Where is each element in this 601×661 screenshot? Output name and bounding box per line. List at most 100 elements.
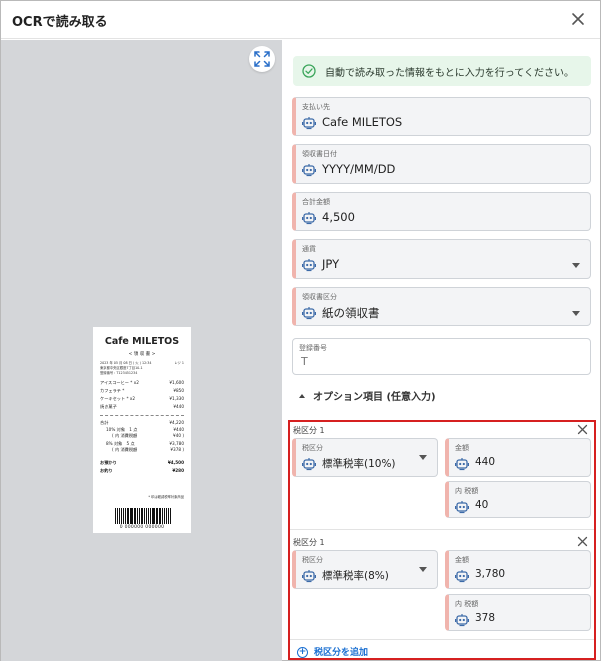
barcode-bar xyxy=(162,508,164,524)
receipt-heading: < 領 収 書 > xyxy=(128,352,156,357)
receipt-total-row: 合計 ¥4,220 xyxy=(100,420,184,426)
tax-included-label: 内 税額 xyxy=(455,600,479,608)
barcode-bar xyxy=(137,508,139,524)
receipt-paid-row: お預かり ¥4,500 xyxy=(100,460,184,466)
robot-icon xyxy=(302,117,316,130)
receipt-tax8-sub-value: ¥378 ) xyxy=(170,447,184,452)
receipt-item-name: カフェラテ * xyxy=(100,388,125,393)
robot-icon xyxy=(455,458,469,471)
success-alert: 自動で読み取った情報をもとに入力を行ってください。 xyxy=(293,56,591,86)
close-icon[interactable] xyxy=(569,10,587,28)
receipt-type-select[interactable]: 領収書区分 紙の領収書 xyxy=(292,287,591,326)
options-toggle[interactable]: オプション項目 (任意入力) xyxy=(299,388,436,403)
receipt-tax8-sub-row: ( 内 消費税額 ¥378 ) xyxy=(100,447,184,453)
receipt-item: 焼き菓子 ¥440 xyxy=(100,404,184,410)
receipt-barcode-digits: 0 000000 000000 xyxy=(119,525,165,530)
tax-included-field[interactable]: 内 税額 378 xyxy=(445,594,591,631)
robot-icon xyxy=(455,570,469,583)
receipt-item-name: ケーキセット * x2 xyxy=(100,396,136,401)
payee-field[interactable]: 支払い先 Cafe MILETOS xyxy=(292,97,591,136)
registration-number-field[interactable]: 登録番号 T xyxy=(292,338,591,375)
dialog-header: OCRで読み取る xyxy=(1,1,600,39)
tax-included-label: 内 税額 xyxy=(455,487,479,495)
plus-circle-icon: + xyxy=(297,647,308,658)
receipt-total-label: 合計 xyxy=(100,420,109,425)
tax-included-value: 378 xyxy=(475,612,496,624)
tax-amount-label: 金額 xyxy=(455,444,469,452)
receipt-tax8-sub-label: ( 内 消費税額 xyxy=(112,447,138,452)
tax-group-divider xyxy=(290,639,594,640)
receipt-image: Cafe MILETOS < 領 収 書 > 2023 年 05 月 08 日 … xyxy=(93,327,191,533)
tax-category-select[interactable]: 税区分 標準税率(10%) xyxy=(292,438,438,477)
receipt-registration-number: 登録番号 : T123451234 xyxy=(100,371,138,375)
receipt-total-value: ¥4,220 xyxy=(169,420,184,425)
receipt-item: アイスコーヒー * x2 ¥1,600 xyxy=(100,380,184,386)
chevron-down-icon[interactable] xyxy=(572,263,580,268)
receipt-tax10-sub-label: ( 内 消費税額 xyxy=(112,433,138,438)
tax-amount-field[interactable]: 金額 440 xyxy=(445,438,591,477)
total-amount-field[interactable]: 合計金額 4,500 xyxy=(292,192,591,231)
barcode-bar xyxy=(167,508,170,524)
barcode-bar xyxy=(115,508,117,524)
barcode-bar xyxy=(126,508,129,524)
chevron-down-icon[interactable] xyxy=(572,311,580,316)
barcode-bar xyxy=(149,508,151,524)
barcode-bar xyxy=(141,508,144,524)
chevron-down-icon[interactable] xyxy=(419,567,427,572)
dialog-title: OCRで読み取る xyxy=(12,15,108,30)
robot-icon xyxy=(302,259,316,272)
expand-button[interactable] xyxy=(249,46,275,72)
payee-label: 支払い先 xyxy=(302,103,330,111)
tax-category-label: 税区分 xyxy=(302,444,323,452)
tax-category-label: 税区分 xyxy=(302,556,323,564)
barcode-bar xyxy=(160,508,162,524)
close-icon[interactable] xyxy=(577,424,588,435)
expand-icon xyxy=(254,51,270,67)
barcode-bar xyxy=(139,508,141,524)
tax-amount-field[interactable]: 金額 3,780 xyxy=(445,550,591,589)
receipt-paid-value: ¥4,500 xyxy=(167,460,184,465)
payee-value: Cafe MILETOS xyxy=(322,115,403,129)
barcode-bar xyxy=(123,508,124,524)
receipt-tax8-label: 8% 対象 5 点 xyxy=(106,441,135,446)
tax-group-title: 税区分 1 xyxy=(293,538,325,547)
close-icon[interactable] xyxy=(577,536,588,547)
tax-amount-label: 金額 xyxy=(455,556,469,564)
options-label: オプション項目 (任意入力) xyxy=(313,392,436,403)
currency-label: 通貨 xyxy=(302,245,316,253)
chevron-up-icon xyxy=(299,394,305,398)
barcode-bar xyxy=(117,508,119,524)
receipt-tax8-value: ¥3,780 xyxy=(169,441,184,446)
add-tax-category-button[interactable]: + 税区分を追加 xyxy=(297,645,368,658)
barcode-bar xyxy=(166,508,167,524)
barcode-bar xyxy=(144,508,145,524)
tax-category-select[interactable]: 税区分 標準税率(8%) xyxy=(292,550,438,589)
tax-included-field[interactable]: 内 税額 40 xyxy=(445,481,591,518)
tax-category-value: 標準税率(8%) xyxy=(322,570,389,582)
receipt-item-price: ¥850 xyxy=(173,388,184,393)
robot-icon xyxy=(302,570,316,583)
barcode-bar xyxy=(164,508,166,524)
receipt-tax10-sub-value: ¥40 ) xyxy=(173,433,184,438)
receipt-type-value: 紙の領収書 xyxy=(322,306,380,320)
registration-number-label: 登録番号 xyxy=(299,344,327,352)
barcode-bar xyxy=(147,508,149,524)
receipt-item-name: アイスコーヒー * x2 xyxy=(100,380,139,385)
receipt-store-name: Cafe MILETOS xyxy=(104,336,180,347)
total-amount-value: 4,500 xyxy=(322,210,355,224)
receipt-barcode xyxy=(115,508,171,524)
barcode-bar xyxy=(151,508,153,524)
barcode-bar xyxy=(170,508,171,524)
check-circle-icon xyxy=(302,64,316,78)
currency-select[interactable]: 通貨 JPY xyxy=(292,239,591,279)
receipt-type-label: 領収書区分 xyxy=(302,293,337,301)
add-tax-label: 税区分を追加 xyxy=(314,648,369,658)
barcode-bar xyxy=(124,508,126,524)
receipt-item: ケーキセット * x2 ¥1,330 xyxy=(100,396,184,402)
receipt-tax10-label: 10% 対象 1 点 xyxy=(106,427,138,432)
barcode-bar xyxy=(119,508,120,524)
receipt-date-field[interactable]: 領収書日付 YYYY/MM/DD xyxy=(292,144,591,184)
receipt-tax10-sub-row: ( 内 消費税額 ¥40 ) xyxy=(100,433,184,439)
chevron-down-icon[interactable] xyxy=(419,455,427,460)
barcode-bar xyxy=(145,508,147,524)
